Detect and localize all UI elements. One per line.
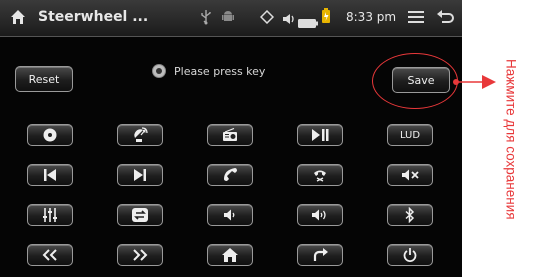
power-icon — [403, 248, 417, 262]
home-icon[interactable] — [10, 9, 26, 29]
rewind-button[interactable] — [27, 244, 73, 266]
annotation-text: Нажмите для сохранения — [503, 58, 519, 220]
back-icon[interactable] — [436, 9, 454, 28]
volume-icon — [282, 10, 296, 29]
satellite-button[interactable] — [117, 124, 163, 146]
clock: 8:33 pm — [346, 10, 397, 24]
volume-up-icon — [311, 209, 329, 221]
home-icon — [222, 248, 238, 262]
reset-button[interactable]: Reset — [15, 66, 73, 92]
next-icon — [133, 169, 147, 181]
menu-icon[interactable] — [408, 9, 424, 28]
status-bar: Steerwheel ... 8:33 pm — [0, 0, 462, 37]
phone-hangup-icon — [312, 167, 328, 183]
return-icon — [312, 248, 328, 262]
volume-down-button[interactable] — [207, 204, 253, 226]
home-button[interactable] — [207, 244, 253, 266]
fast-forward-icon — [132, 249, 148, 261]
prompt-label: Please press key — [174, 64, 266, 78]
satellite-icon — [132, 127, 148, 143]
disc-icon — [43, 128, 57, 142]
next-button[interactable] — [117, 164, 163, 186]
fast-forward-button[interactable] — [117, 244, 163, 266]
phone-hangup-button[interactable] — [297, 164, 343, 186]
usb-icon — [200, 9, 212, 29]
key-prompt: Please press key — [152, 64, 265, 78]
return-button[interactable] — [297, 244, 343, 266]
mute-icon — [401, 169, 419, 181]
bluetooth-icon — [404, 207, 416, 223]
charging-icon — [320, 8, 332, 28]
previous-button[interactable] — [27, 164, 73, 186]
gps-icon — [259, 9, 275, 28]
phone-answer-icon — [222, 167, 238, 183]
radio-button[interactable] — [207, 124, 253, 146]
app-screen: Steerwheel ... 8:33 pm Reset Please pres… — [0, 0, 462, 277]
play-pause-icon — [311, 129, 329, 141]
switch-icon — [132, 208, 148, 222]
android-icon — [222, 9, 234, 28]
play-pause-button[interactable] — [297, 124, 343, 146]
mute-button[interactable] — [387, 164, 433, 186]
rewind-icon — [42, 249, 58, 261]
disc-button[interactable] — [27, 124, 73, 146]
phone-answer-button[interactable] — [207, 164, 253, 186]
radio-indicator[interactable] — [152, 64, 166, 78]
previous-icon — [43, 169, 57, 181]
lud-button[interactable]: LUD — [387, 124, 433, 146]
equalizer-button[interactable] — [27, 204, 73, 226]
volume-down-icon — [223, 209, 237, 221]
radio-icon — [222, 128, 238, 142]
annotation-arrow — [453, 75, 496, 89]
battery-icon — [298, 13, 318, 32]
app-title: Steerwheel ... — [38, 9, 149, 25]
bluetooth-button[interactable] — [387, 204, 433, 226]
equalizer-icon — [42, 208, 58, 222]
switch-button[interactable] — [117, 204, 163, 226]
volume-up-button[interactable] — [297, 204, 343, 226]
highlight-circle — [372, 53, 458, 109]
power-button[interactable] — [387, 244, 433, 266]
